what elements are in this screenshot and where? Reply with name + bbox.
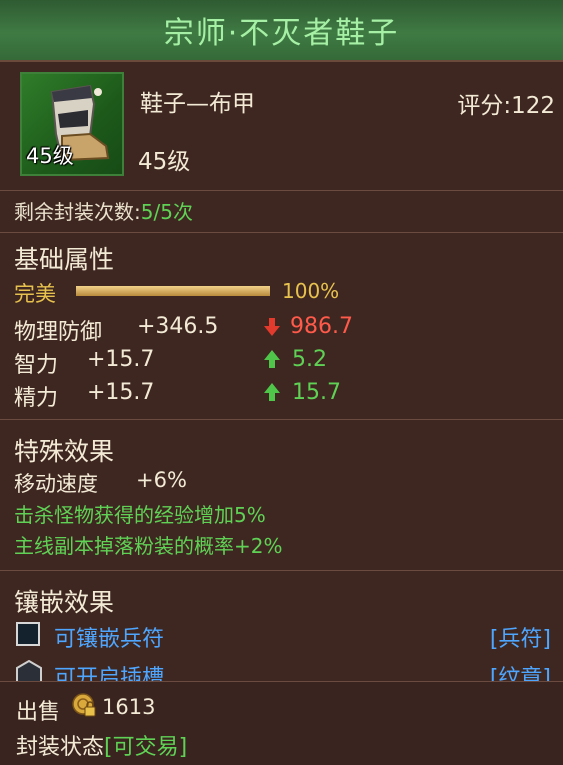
move-speed-label: 移动速度: [14, 472, 98, 496]
stat-value: +15.7: [87, 380, 155, 405]
boots-icon: 45级: [20, 72, 124, 176]
item-tooltip-panel: 宗师·不灭者鞋子 45级 鞋子—布甲 评分:122 45级 剩余封装次数:5/5…: [0, 0, 563, 765]
socket-slot-label[interactable]: 可镶嵌兵符: [54, 621, 164, 653]
socket-slot-tag: [兵符]: [489, 627, 551, 652]
seal-count-row: 剩余封装次数:5/5次: [14, 196, 193, 225]
stat-compare: 986.7: [290, 314, 353, 339]
item-score: 评分:122: [457, 93, 555, 119]
bind-status-label: 封装状态: [16, 735, 105, 760]
item-title: 宗师·不灭者鞋子: [0, 0, 563, 62]
special-effect-exp: 击杀怪物获得的经验增加5%: [14, 503, 266, 527]
bind-status-value: [可交易]: [104, 735, 188, 760]
perfect-progress-fill: [76, 286, 270, 296]
seal-count-label: 剩余封装次数:: [14, 200, 141, 224]
basic-attributes-header: 基础属性: [14, 245, 115, 274]
emblem-slot-icon[interactable]: [16, 660, 42, 682]
stat-value: +15.7: [87, 347, 155, 372]
divider: [0, 570, 563, 571]
perfect-percent: 100%: [282, 279, 340, 303]
stat-value: +346.5: [137, 314, 219, 339]
seal-count-value: 5/5次: [140, 200, 193, 224]
stat-compare: 15.7: [292, 380, 341, 405]
gold-coin-lock-icon: [72, 693, 96, 717]
sale-label: 出售: [16, 700, 61, 725]
empty-socket-icon[interactable]: [16, 622, 40, 646]
sale-price: 1613: [102, 695, 156, 719]
stat-name: 精力: [14, 386, 59, 411]
perfect-progress-bar: [76, 286, 270, 296]
stat-compare: 5.2: [292, 347, 327, 372]
perfect-label: 完美: [14, 282, 56, 306]
item-type-name: 鞋子—布甲: [140, 91, 255, 117]
bind-status-row: 封装状态[可交易]: [16, 729, 187, 761]
icon-level-label: 45级: [26, 144, 74, 168]
up-arrow-icon: [264, 350, 280, 368]
down-arrow-icon: [264, 318, 280, 336]
special-effect-drop: 主线副本掉落粉装的概率+2%: [14, 534, 283, 558]
stat-name: 智力: [14, 353, 59, 378]
special-effects-header: 特殊效果: [14, 437, 115, 466]
divider: [0, 190, 563, 191]
up-arrow-icon: [264, 383, 280, 401]
inlay-effects-header: 镶嵌效果: [14, 588, 115, 617]
divider: [0, 419, 563, 420]
divider: [0, 232, 563, 233]
move-speed-value: +6%: [136, 468, 187, 492]
item-level: 45级: [138, 149, 191, 175]
stat-name: 物理防御: [14, 320, 103, 345]
